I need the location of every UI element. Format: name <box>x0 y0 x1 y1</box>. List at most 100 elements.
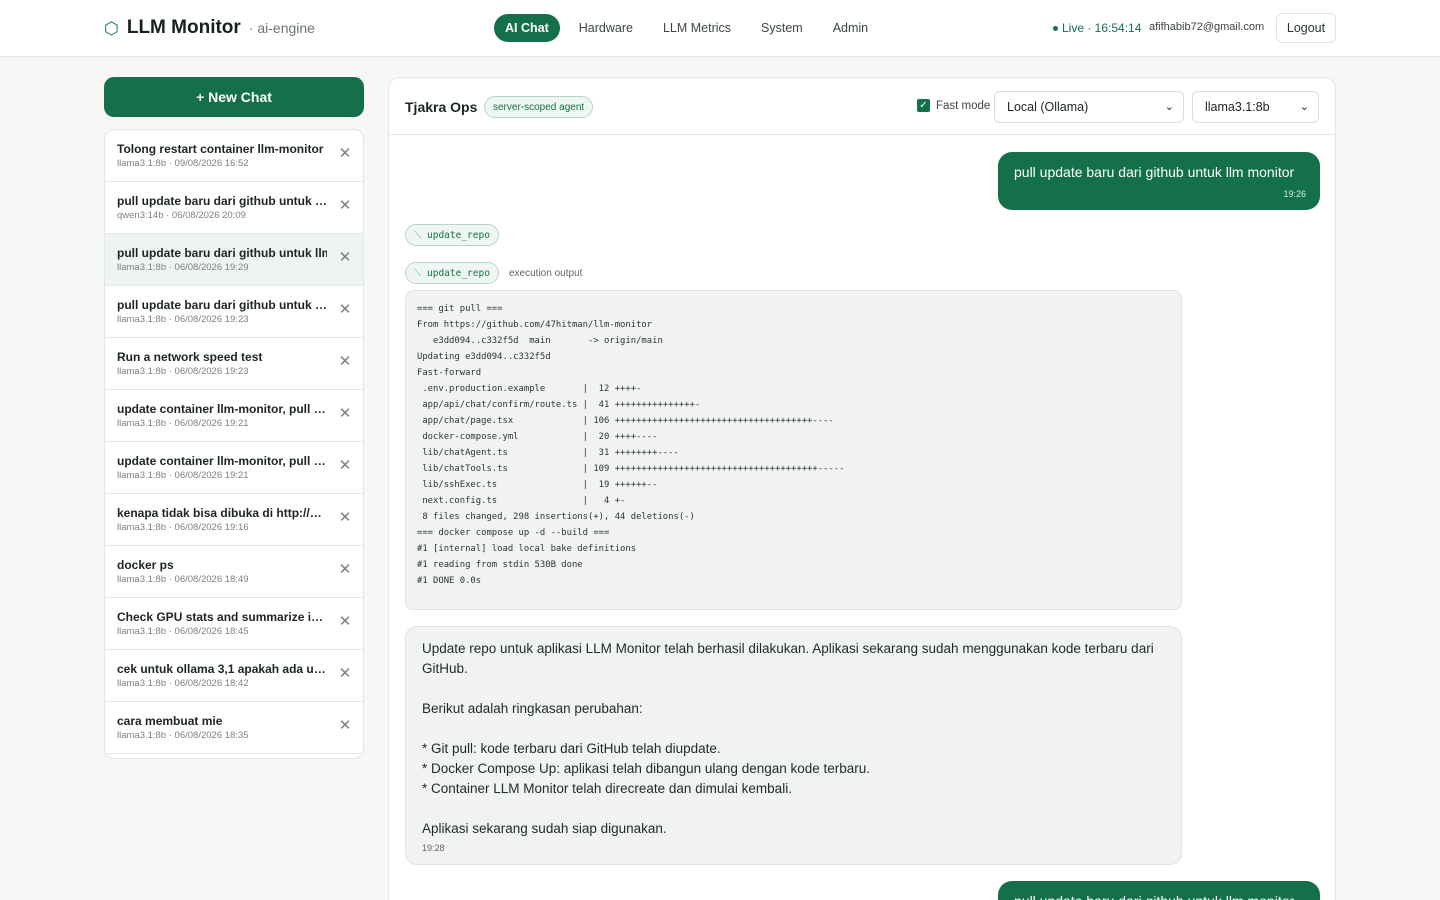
chat-history-item[interactable]: Run a network speed test llama3.1:8b · 0… <box>105 338 363 390</box>
execution-output-label: execution output <box>509 268 583 279</box>
close-icon[interactable]: ✕ <box>337 718 353 734</box>
assistant-message: Update repo untuk aplikasi LLM Monitor t… <box>405 626 1182 865</box>
model-value: llama3.1:8b <box>1205 100 1270 114</box>
user-message-text: pull update baru dari github untuk llm m… <box>1014 892 1304 900</box>
close-icon[interactable]: ✕ <box>337 666 353 682</box>
app-subtitle: · ai-engine <box>248 20 315 36</box>
agent-scope-badge: server-scoped agent <box>484 96 594 118</box>
chat-title: cara membuat mie <box>117 714 223 728</box>
chat-title: pull update baru dari github untuk llm m… <box>117 298 327 312</box>
provider-select[interactable]: Local (Ollama) ⌄ <box>994 91 1184 123</box>
nav-system[interactable]: System <box>746 14 818 42</box>
brand[interactable]: ⬡ LLM Monitor · ai-engine <box>104 17 315 39</box>
chat-title: pull update baru dari github untuk llm m… <box>117 194 327 208</box>
close-icon[interactable]: ✕ <box>337 302 353 318</box>
chat-meta: llama3.1:8b · 06/08/2026 19:23 <box>117 366 249 377</box>
assistant-paragraph: Berikut adalah ringkasan perubahan: <box>422 701 643 716</box>
chat-title: update container llm-monitor, pull updat… <box>117 454 327 468</box>
user-message: pull update baru dari github untuk llm m… <box>998 152 1320 210</box>
wrench-icon: ⟍ <box>414 229 421 241</box>
nav-hardware[interactable]: Hardware <box>564 14 648 42</box>
fast-mode-checkbox[interactable]: ✓ <box>917 99 930 112</box>
agent-name: Tjakra Ops <box>405 99 478 115</box>
chat-history-item[interactable]: docker ps llama3.1:8b · 06/08/2026 18:49… <box>105 546 363 598</box>
chat-meta: llama3.1:8b · 06/08/2026 19:16 <box>117 522 249 533</box>
close-icon[interactable]: ✕ <box>337 250 353 266</box>
chat-history-item-active[interactable]: pull update baru dari github untuk llm m… <box>105 234 363 286</box>
chat-header: Tjakra Ops server-scoped agent ✓ Fast mo… <box>389 78 1335 135</box>
chevron-down-icon: ⌄ <box>1164 101 1174 113</box>
close-icon[interactable]: ✕ <box>337 562 353 578</box>
nav-llm-metrics[interactable]: LLM Metrics <box>648 14 746 42</box>
chat-meta: llama3.1:8b · 06/08/2026 18:35 <box>117 730 249 741</box>
close-icon[interactable]: ✕ <box>337 406 353 422</box>
chat-title: Check GPU stats and summarize in 2 sente… <box>117 610 327 624</box>
assistant-bullet: * Docker Compose Up: aplikasi telah diba… <box>422 761 871 776</box>
fast-mode-toggle[interactable]: ✓ Fast mode <box>917 99 990 112</box>
chat-title: pull update baru dari github untuk llm m… <box>117 246 327 260</box>
main-nav: AI Chat Hardware LLM Metrics System Admi… <box>494 14 883 42</box>
nav-admin[interactable]: Admin <box>818 14 883 42</box>
user-message: pull update baru dari github untuk llm m… <box>998 881 1320 900</box>
close-icon[interactable]: ✕ <box>337 146 353 162</box>
chat-meta: qwen3:14b · 06/08/2026 20:09 <box>117 210 246 221</box>
chat-title: kenapa tidak bisa dibuka di http://10.0.… <box>117 506 327 520</box>
chat-meta: llama3.1:8b · 06/08/2026 19:21 <box>117 418 249 429</box>
new-chat-button[interactable]: + New Chat <box>104 77 364 117</box>
chat-meta: llama3.1:8b · 09/08/2026 16:52 <box>117 158 249 169</box>
chat-history-item[interactable]: Check GPU stats and summarize in 2 sente… <box>105 598 363 650</box>
chat-meta: llama3.1:8b · 06/08/2026 19:29 <box>117 262 249 273</box>
user-message-text: pull update baru dari github untuk llm m… <box>1014 164 1295 180</box>
assistant-bullet: * Container LLM Monitor telah direcreate… <box>422 781 792 796</box>
chat-meta: llama3.1:8b · 06/08/2026 18:49 <box>117 574 249 585</box>
chat-history-item[interactable]: pull update baru dari github untuk llm m… <box>105 286 363 338</box>
top-bar: ⬡ LLM Monitor · ai-engine AI Chat Hardwa… <box>0 0 1440 57</box>
nav-ai-chat[interactable]: AI Chat <box>494 14 560 42</box>
chat-history-item[interactable]: update container llm-monitor, pull updat… <box>105 390 363 442</box>
chat-history-item[interactable]: cek untuk ollama 3,1 apakah ada update l… <box>105 650 363 702</box>
wrench-icon: ⟍ <box>414 267 421 279</box>
message-timestamp: 19:28 <box>422 843 445 853</box>
close-icon[interactable]: ✕ <box>337 510 353 526</box>
close-icon[interactable]: ✕ <box>337 614 353 630</box>
tool-result-chip[interactable]: ⟍ update_repo <box>405 262 499 284</box>
close-icon[interactable]: ✕ <box>337 354 353 370</box>
tool-result-name: update_repo <box>427 267 490 279</box>
assistant-bullet: * Git pull: kode terbaru dari GitHub tel… <box>422 741 721 756</box>
fast-mode-label: Fast mode <box>936 99 991 112</box>
hexagon-icon: ⬡ <box>104 19 119 38</box>
live-status-text: Live · 16:54:14 <box>1062 21 1142 35</box>
chat-meta: llama3.1:8b · 06/08/2026 18:45 <box>117 626 249 637</box>
chat-history-item[interactable]: cara membuat mie llama3.1:8b · 06/08/202… <box>105 702 363 754</box>
provider-value: Local (Ollama) <box>1007 100 1089 114</box>
app-title: LLM Monitor <box>126 17 241 38</box>
logout-button[interactable]: Logout <box>1276 13 1336 43</box>
chat-history-item[interactable]: Tolong restart container llm-monitor lla… <box>105 130 363 182</box>
execution-output-text: === git pull === From https://github.com… <box>417 304 845 586</box>
chat-history-item[interactable]: kenapa tidak bisa dibuka di http://10.0.… <box>105 494 363 546</box>
live-status: Live · 16:54:14 <box>1053 21 1141 35</box>
close-icon[interactable]: ✕ <box>337 198 353 214</box>
chat-history-item[interactable]: update container llm-monitor, pull updat… <box>105 442 363 494</box>
chat-title: Run a network speed test <box>117 350 263 364</box>
assistant-paragraph: Aplikasi sekarang sudah siap digunakan. <box>422 821 667 836</box>
tool-call-name: update_repo <box>427 229 490 241</box>
chat-meta: llama3.1:8b · 06/08/2026 19:21 <box>117 470 249 481</box>
chat-meta: llama3.1:8b · 06/08/2026 19:23 <box>117 314 249 325</box>
chat-meta: llama3.1:8b · 06/08/2026 18:42 <box>117 678 249 689</box>
chat-title: docker ps <box>117 558 174 572</box>
execution-output: === git pull === From https://github.com… <box>405 290 1182 610</box>
chat-panel: Tjakra Ops server-scoped agent ✓ Fast mo… <box>388 77 1336 900</box>
live-dot-icon <box>1053 25 1058 31</box>
message-timestamp: 19:26 <box>1283 189 1306 199</box>
tool-call-chip[interactable]: ⟍ update_repo <box>405 224 499 246</box>
chat-history-item[interactable]: pull update baru dari github untuk llm m… <box>105 182 363 234</box>
model-select[interactable]: llama3.1:8b ⌄ <box>1192 91 1319 123</box>
chat-title: cek untuk ollama 3,1 apakah ada update <box>117 662 327 676</box>
assistant-paragraph: Update repo untuk aplikasi LLM Monitor t… <box>422 641 1154 676</box>
close-icon[interactable]: ✕ <box>337 458 353 474</box>
chat-title: Tolong restart container llm-monitor <box>117 142 324 156</box>
chat-title: update container llm-monitor, pull updat… <box>117 402 327 416</box>
user-email: afifhabib72@gmail.com <box>1149 21 1265 33</box>
chat-history-list: Tolong restart container llm-monitor lla… <box>104 129 364 759</box>
